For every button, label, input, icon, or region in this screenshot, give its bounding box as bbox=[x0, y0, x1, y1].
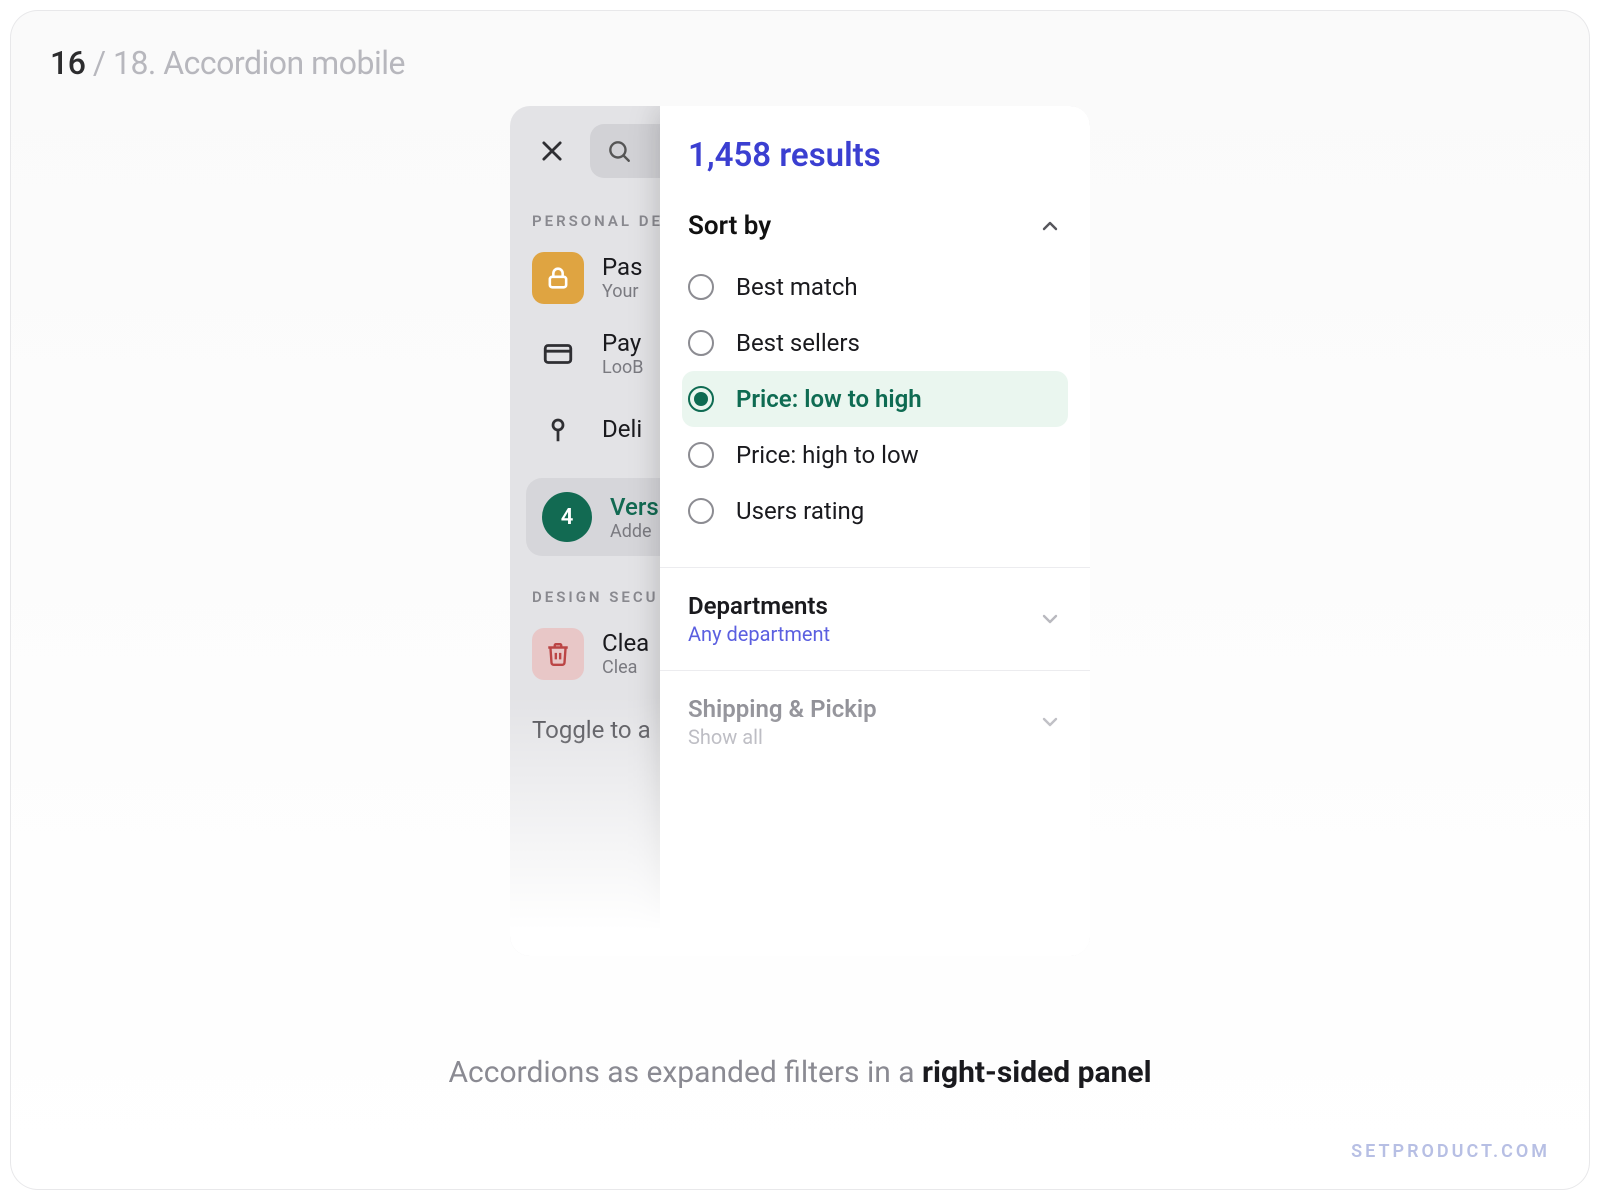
sort-option-price-low-high[interactable]: Price: low to high bbox=[682, 371, 1068, 427]
filter-panel: 1,458 results Sort by Best match Best se… bbox=[660, 106, 1090, 956]
results-count: 1,458 results bbox=[660, 106, 1090, 195]
radio-icon bbox=[688, 498, 714, 524]
radio-icon bbox=[688, 442, 714, 468]
slide-rest: 18. Accordion mobile bbox=[113, 44, 405, 82]
sort-option-best-sellers[interactable]: Best sellers bbox=[682, 315, 1068, 371]
mobile-stage: PERSONAL DE Pas Your Pay LooB bbox=[510, 106, 1090, 956]
radio-icon bbox=[688, 330, 714, 356]
slide-frame: 16 / 18. Accordion mobile PERSONAL DE Pa… bbox=[10, 10, 1590, 1190]
sort-option-users-rating[interactable]: Users rating bbox=[682, 483, 1068, 539]
versions-badge: 4 bbox=[542, 492, 592, 542]
sort-radio-group: Best match Best sellers Price: low to hi… bbox=[660, 251, 1090, 561]
sort-by-label: Sort by bbox=[688, 211, 771, 241]
close-button[interactable] bbox=[528, 127, 576, 175]
radio-icon bbox=[688, 274, 714, 300]
row-payment-sub: LooB bbox=[602, 357, 643, 378]
shipping-label: Shipping & Pickip bbox=[688, 695, 877, 723]
accordion-departments-header[interactable]: Departments Any department bbox=[660, 574, 1090, 664]
sort-option-label: Best sellers bbox=[736, 329, 860, 357]
row-payment-title: Pay bbox=[602, 330, 643, 358]
chevron-up-icon bbox=[1038, 214, 1062, 238]
chevron-down-icon bbox=[1038, 710, 1062, 734]
divider bbox=[660, 670, 1090, 671]
row-clear-title: Clea bbox=[602, 630, 649, 658]
slide-sep: / bbox=[85, 44, 113, 82]
caption-pre: Accordions as expanded filters in a bbox=[448, 1055, 922, 1090]
caption-bold: right-sided panel bbox=[922, 1055, 1152, 1090]
departments-sublabel: Any department bbox=[688, 622, 830, 646]
watermark: SETPRODUCT.COM bbox=[1351, 1141, 1550, 1162]
departments-label: Departments bbox=[688, 592, 830, 620]
row-versions-title: Vers bbox=[610, 493, 659, 521]
row-delivery-title: Deli bbox=[602, 416, 642, 444]
slide-counter: 16 / 18. Accordion mobile bbox=[50, 44, 405, 82]
row-password-title: Pas bbox=[602, 254, 642, 282]
shipping-sublabel: Show all bbox=[688, 725, 877, 749]
chevron-down-icon bbox=[1038, 607, 1062, 631]
row-versions-sub: Adde bbox=[610, 521, 659, 542]
close-icon bbox=[538, 137, 566, 165]
divider bbox=[660, 567, 1090, 568]
lock-icon bbox=[532, 252, 584, 304]
trash-icon bbox=[532, 628, 584, 680]
accordion-sort-header[interactable]: Sort by bbox=[660, 195, 1090, 251]
sort-option-label: Price: high to low bbox=[736, 441, 919, 469]
sort-option-label: Price: low to high bbox=[736, 385, 922, 413]
row-password-sub: Your bbox=[602, 281, 642, 302]
sort-option-label: Users rating bbox=[736, 497, 864, 525]
sort-option-best-match[interactable]: Best match bbox=[682, 259, 1068, 315]
search-icon bbox=[606, 138, 632, 164]
pin-icon bbox=[532, 404, 584, 456]
sort-option-label: Best match bbox=[736, 273, 858, 301]
caption: Accordions as expanded filters in a righ… bbox=[10, 1055, 1590, 1090]
accordion-shipping-header[interactable]: Shipping & Pickip Show all bbox=[660, 677, 1090, 767]
sort-option-price-high-low[interactable]: Price: high to low bbox=[682, 427, 1068, 483]
row-clear-sub: Clea bbox=[602, 657, 649, 678]
radio-icon-selected bbox=[688, 386, 714, 412]
slide-current: 16 bbox=[50, 44, 85, 82]
card-icon bbox=[532, 328, 584, 380]
